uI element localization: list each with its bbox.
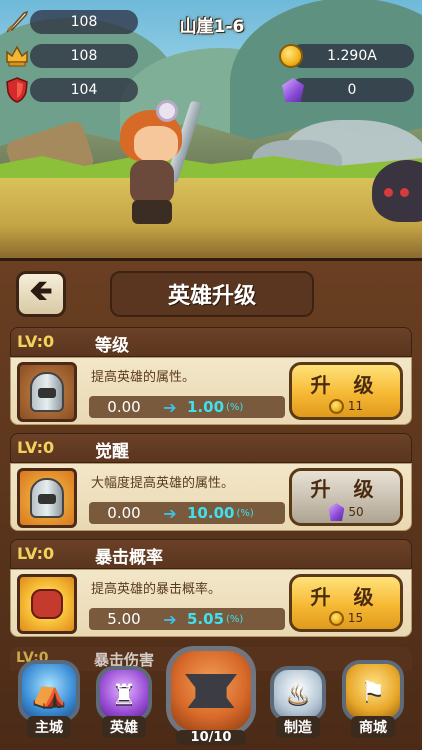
upgrade-row-level: LV:0 等级 提高英雄的属性。 0.00 ➔ 1.00 (%) 升 级 11: [10, 327, 412, 429]
stat-values: 0.00 ➔ 1.00 (%): [89, 396, 285, 418]
purple-gem-icon: [328, 503, 345, 521]
level-label: LV:0: [17, 332, 55, 351]
nav-forge[interactable]: [166, 646, 256, 736]
back-arrow-icon: 🡸: [29, 274, 53, 307]
cost-value: 15: [347, 611, 364, 625]
upgrade-label: 升 级: [310, 477, 382, 501]
upgrade-cost: 15: [328, 610, 364, 626]
attack-value: 108: [70, 14, 98, 30]
nav-shop[interactable]: ⚑ 商城: [342, 660, 404, 738]
panel-title: 英雄升级: [167, 284, 256, 309]
back-button[interactable]: 🡸: [16, 271, 66, 317]
hero-character: [112, 100, 203, 230]
row-description: 大幅度提高英雄的属性。: [91, 476, 235, 491]
nav-label: 制造: [276, 716, 320, 738]
upgrade-row-crit-chance: LV:0 暴击概率 提高英雄的暴击概率。 5.00 ➔ 5.05 (%) 升 级…: [10, 539, 412, 641]
awaken-helmet-icon: [17, 468, 77, 528]
value-unit: (%): [226, 401, 244, 413]
purple-gem-icon: [278, 75, 308, 105]
knight-helmet-icon: [17, 362, 77, 422]
stat-values: 0.00 ➔ 10.00 (%): [89, 502, 285, 524]
nav-label: 商城: [351, 716, 395, 738]
shop-icon: ⚑: [342, 660, 404, 722]
gold-coin-icon: [328, 610, 344, 626]
nav-label: 主城: [27, 716, 71, 738]
current-value: 5.00: [107, 610, 141, 628]
spider-eye: [384, 188, 393, 197]
upgrade-label: 升 级: [310, 372, 382, 397]
nav-label: 英雄: [102, 716, 146, 738]
hero-face: [134, 126, 178, 162]
defense-stat: 104: [30, 78, 138, 102]
cost-value: 11: [347, 399, 364, 413]
helmet-icon: [2, 41, 32, 71]
gold-stat: 1.290A: [290, 44, 414, 68]
hero-legs: [132, 200, 172, 224]
hero-icon: ♜: [96, 666, 152, 722]
gold-coin-icon: [328, 398, 344, 414]
gold-coin-icon: [276, 41, 306, 71]
castle-tent-icon: ⛺: [18, 660, 80, 722]
value-unit: (%): [236, 507, 254, 519]
row-header: LV:0 等级: [10, 327, 412, 357]
current-value: 0.00: [107, 504, 141, 522]
forge-count: 10/10: [176, 730, 246, 745]
cost-value: 50: [348, 505, 364, 519]
hero-body: [130, 160, 174, 204]
panel-header: 英雄升级: [110, 271, 314, 317]
stat-values: 5.00 ➔ 5.05 (%): [89, 608, 285, 630]
nav-hero[interactable]: ♜ 英雄: [96, 666, 152, 738]
bottom-nav: ⛺ 主城 ♜ 英雄 10/10 ♨ 制造 ⚑ 商城: [0, 646, 422, 750]
gold-value: 1.290A: [327, 48, 377, 64]
defense-value: 104: [70, 82, 98, 98]
next-value: 5.05: [187, 610, 225, 628]
upgrade-cost: 11: [328, 398, 364, 414]
next-value: 10.00: [187, 504, 235, 522]
arrow-right-icon: ➔: [163, 397, 177, 417]
row-body: 大幅度提高英雄的属性。 0.00 ➔ 10.00 (%) 升 级 50: [10, 463, 412, 531]
nav-main-city[interactable]: ⛺ 主城: [18, 660, 80, 738]
upgrade-cost: 50: [328, 503, 364, 521]
helmet-stat: 108: [30, 44, 138, 68]
next-value: 1.00: [187, 398, 225, 416]
arrow-right-icon: ➔: [163, 503, 177, 523]
current-value: 0.00: [107, 398, 141, 416]
battle-scene: 108 108 104 山崖1-6 1.290A 0: [0, 0, 422, 258]
row-title: 等级: [95, 336, 129, 356]
anvil-icon: [185, 674, 237, 708]
row-header: LV:0 觉醒: [10, 433, 412, 463]
row-header: LV:0 暴击概率: [10, 539, 412, 569]
level-label: LV:0: [17, 544, 55, 563]
gem-stat: 0: [290, 78, 414, 102]
spider-eye: [400, 188, 409, 197]
row-title: 觉醒: [95, 442, 129, 462]
arrow-right-icon: ➔: [163, 609, 177, 629]
row-description: 提高英雄的属性。: [91, 370, 196, 385]
flower-crown: [156, 100, 178, 122]
row-description: 提高英雄的暴击概率。: [91, 582, 222, 597]
fist-icon: [17, 574, 77, 634]
upgrade-button[interactable]: 升 级 50: [289, 468, 403, 526]
upgrade-row-awaken: LV:0 觉醒 大幅度提高英雄的属性。 0.00 ➔ 10.00 (%) 升 级…: [10, 433, 412, 535]
upgrade-button[interactable]: 升 级 11: [289, 362, 403, 420]
shield-icon: [2, 75, 32, 105]
upgrade-label: 升 级: [310, 584, 382, 609]
gem-value: 0: [347, 82, 357, 98]
ground: [0, 178, 422, 258]
value-unit: (%): [226, 613, 244, 625]
row-title: 暴击概率: [95, 548, 163, 568]
row-body: 提高英雄的属性。 0.00 ➔ 1.00 (%) 升 级 11: [10, 357, 412, 425]
upgrade-button[interactable]: 升 级 15: [289, 574, 403, 632]
attack-stat: 108: [30, 10, 138, 34]
cauldron-icon: ♨: [270, 666, 326, 722]
row-body: 提高英雄的暴击概率。 5.00 ➔ 5.05 (%) 升 级 15: [10, 569, 412, 637]
sword-icon: [2, 7, 32, 37]
helmet-value: 108: [70, 48, 98, 64]
nav-craft[interactable]: ♨ 制造: [270, 666, 326, 738]
level-label: LV:0: [17, 438, 55, 457]
stage-title: 山崖1-6: [179, 17, 245, 37]
